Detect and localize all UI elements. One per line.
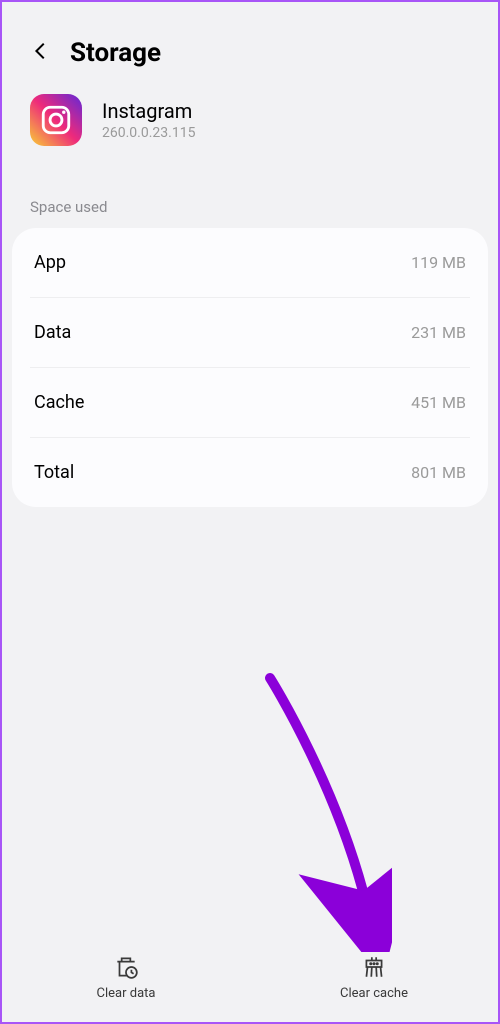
space-used-label: Space used	[2, 180, 498, 228]
screen-frame: Storage Instagram 260.0.0.23.115 Space u…	[0, 0, 500, 1024]
instagram-icon	[39, 103, 73, 137]
app-text: Instagram 260.0.0.23.115	[102, 99, 195, 141]
row-label: Data	[34, 322, 71, 343]
clear-data-button[interactable]: Clear data	[2, 932, 250, 1022]
row-data: Data 231 MB	[30, 298, 470, 368]
bottom-bar: Clear data Clear cache	[2, 932, 498, 1022]
row-total: Total 801 MB	[30, 438, 470, 507]
space-used-card: App 119 MB Data 231 MB Cache 451 MB Tota…	[12, 228, 488, 507]
page-title: Storage	[70, 38, 161, 68]
arrow-annotation	[252, 672, 392, 952]
row-value: 231 MB	[411, 323, 466, 342]
app-info: Instagram 260.0.0.23.115	[2, 88, 498, 180]
trash-clock-icon	[113, 954, 139, 980]
row-label: Total	[34, 462, 74, 483]
instagram-app-icon	[30, 94, 82, 146]
app-version: 260.0.0.23.115	[102, 125, 195, 141]
chevron-left-icon	[30, 40, 52, 62]
clear-data-label: Clear data	[97, 986, 156, 1001]
clear-cache-label: Clear cache	[340, 986, 408, 1001]
row-value: 801 MB	[411, 463, 466, 482]
row-app: App 119 MB	[30, 228, 470, 298]
row-cache: Cache 451 MB	[30, 368, 470, 438]
row-label: Cache	[34, 392, 84, 413]
row-value: 119 MB	[411, 253, 466, 272]
app-name: Instagram	[102, 99, 195, 123]
row-label: App	[34, 252, 66, 273]
header: Storage	[2, 2, 498, 88]
broom-icon	[361, 954, 387, 980]
back-button[interactable]	[30, 40, 52, 66]
row-value: 451 MB	[411, 393, 466, 412]
clear-cache-button[interactable]: Clear cache	[250, 932, 498, 1022]
